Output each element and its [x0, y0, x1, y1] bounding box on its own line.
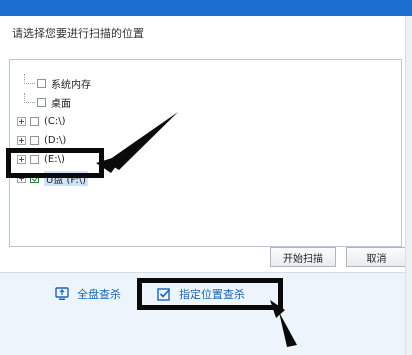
arrow-to-usb-drive-icon	[96, 112, 178, 173]
annotation-arrows	[96, 112, 297, 347]
arrow-to-custom-scan-tab-icon	[270, 300, 297, 347]
